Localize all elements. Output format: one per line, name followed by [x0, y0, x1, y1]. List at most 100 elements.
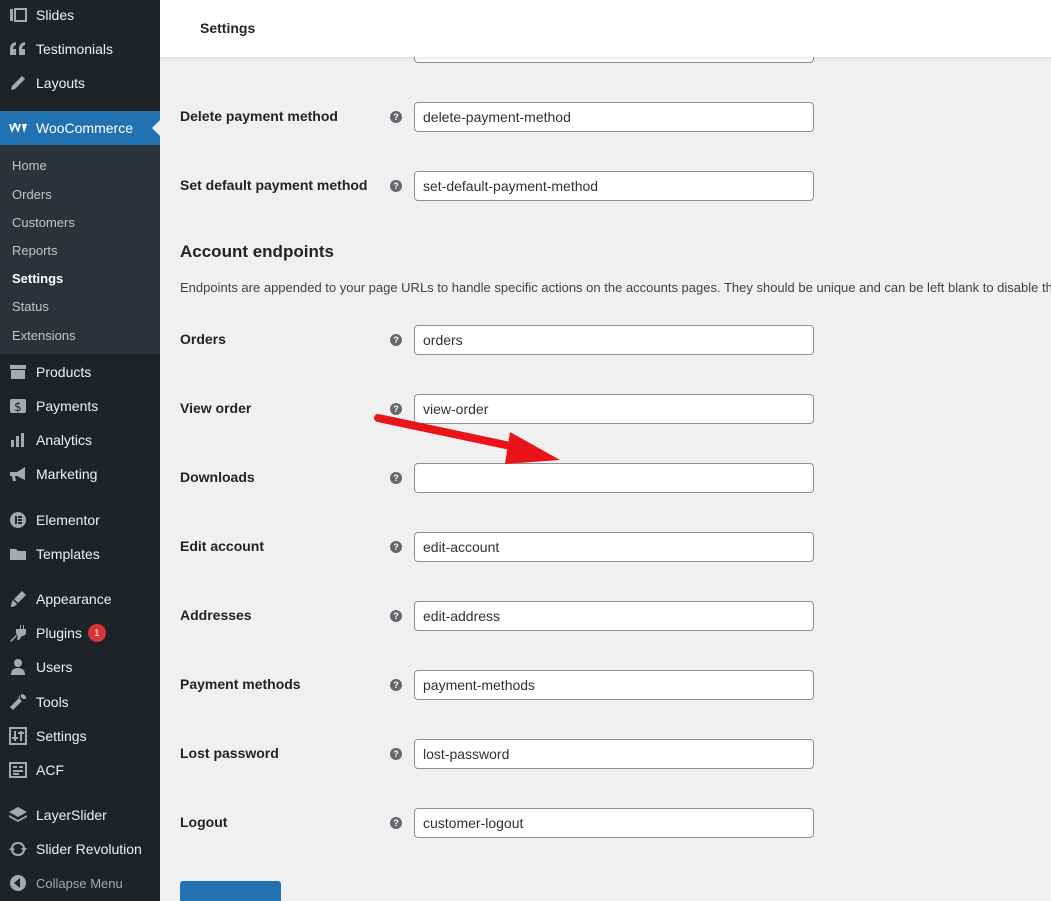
- field-label: Downloads: [180, 469, 255, 485]
- dollar-icon: $: [0, 396, 36, 416]
- sidebar-item-layerslider[interactable]: LayerSlider: [0, 798, 160, 832]
- addresses-endpoint-field[interactable]: [414, 601, 814, 631]
- edit-account-endpoint-field[interactable]: [414, 532, 814, 562]
- woocommerce-submenu: Home Orders Customers Reports Settings S…: [0, 145, 160, 354]
- help-icon[interactable]: ?: [390, 541, 402, 553]
- field-label: Addresses: [180, 607, 252, 623]
- sidebar-item-label: Appearance: [36, 591, 112, 607]
- layers-icon: [0, 805, 36, 825]
- megaphone-icon: [0, 464, 36, 484]
- sidebar-item-analytics[interactable]: Analytics: [0, 423, 160, 457]
- collapse-menu-button[interactable]: Collapse Menu: [0, 866, 160, 900]
- folder-icon: [0, 544, 36, 564]
- submenu-item-reports[interactable]: Reports: [12, 243, 58, 258]
- help-icon[interactable]: ?: [390, 679, 402, 691]
- settings-form: Delete payment method ? Set default paym…: [160, 0, 1051, 901]
- submenu-item-status[interactable]: Status: [12, 299, 49, 314]
- sidebar-item-label: Tools: [36, 694, 69, 710]
- set-default-payment-method-field[interactable]: [414, 171, 814, 201]
- logout-endpoint-field[interactable]: [414, 808, 814, 838]
- payment-methods-endpoint-field[interactable]: [414, 670, 814, 700]
- sidebar-item-label: Payments: [36, 398, 99, 414]
- sidebar-item-label: Slides: [36, 7, 75, 23]
- help-icon[interactable]: ?: [390, 748, 402, 760]
- sidebar-item-products[interactable]: Products: [0, 355, 160, 389]
- wrench-icon: [0, 692, 36, 712]
- sidebar-item-label: Collapse Menu: [36, 875, 123, 891]
- field-label: Edit account: [180, 538, 265, 554]
- refresh-icon: [0, 839, 36, 859]
- sidebar-item-label: Users: [36, 659, 73, 675]
- acf-icon: [0, 760, 36, 780]
- help-icon[interactable]: ?: [390, 334, 402, 346]
- sidebar-item-slides[interactable]: Slides: [0, 0, 160, 32]
- field-label: Orders: [180, 331, 226, 347]
- collapse-icon: [0, 873, 36, 893]
- sidebar-item-label: Settings: [36, 728, 87, 744]
- sidebar-item-elementor[interactable]: Elementor: [0, 503, 160, 537]
- field-label: Lost password: [180, 745, 279, 761]
- help-icon[interactable]: ?: [390, 111, 402, 123]
- sidebar-item-settings[interactable]: Settings: [0, 719, 160, 753]
- help-icon[interactable]: ?: [390, 610, 402, 622]
- sidebar-item-label: Templates: [36, 546, 100, 562]
- page-header: Settings: [160, 0, 1051, 57]
- elementor-icon: [0, 510, 36, 530]
- sidebar-item-marketing[interactable]: Marketing: [0, 457, 160, 491]
- sidebar-item-label: Plugins: [36, 625, 82, 641]
- section-title: Account endpoints: [180, 242, 334, 261]
- sidebar-item-label: LayerSlider: [36, 807, 107, 823]
- sidebar-item-slider-revolution[interactable]: Slider Revolution: [0, 832, 160, 866]
- save-changes-button[interactable]: Save changes: [180, 881, 281, 901]
- quote-icon: [0, 39, 36, 59]
- archive-icon: [0, 362, 36, 382]
- page-title: Settings: [200, 20, 256, 36]
- sidebar-item-appearance[interactable]: Appearance: [0, 582, 160, 616]
- sidebar-item-plugins[interactable]: Plugins 1: [0, 616, 160, 650]
- sidebar-item-label: Elementor: [36, 512, 100, 528]
- help-icon[interactable]: ?: [390, 472, 402, 484]
- sidebar-item-label: Analytics: [36, 432, 93, 448]
- slides-icon: [0, 5, 36, 25]
- submenu-item-customers[interactable]: Customers: [12, 215, 75, 230]
- delete-payment-method-field[interactable]: [414, 102, 814, 132]
- lost-password-endpoint-field[interactable]: [414, 739, 814, 769]
- update-count-badge: 1: [87, 624, 106, 642]
- sidebar-item-woocommerce[interactable]: WooCommerce: [0, 111, 160, 145]
- sliders-icon: [0, 726, 36, 746]
- orders-endpoint-field[interactable]: [414, 325, 814, 355]
- user-icon: [0, 657, 36, 677]
- sidebar-item-testimonials[interactable]: Testimonials: [0, 32, 160, 66]
- sidebar-item-layouts[interactable]: Layouts: [0, 66, 160, 100]
- admin-sidebar: Slides Testimonials Layouts WooCommerce …: [0, 0, 160, 901]
- field-label: Logout: [180, 814, 228, 830]
- submenu-item-home[interactable]: Home: [12, 158, 47, 173]
- plugin-icon: [0, 623, 36, 643]
- svg-text:$: $: [14, 400, 22, 414]
- pencil-icon: [0, 73, 36, 93]
- sidebar-item-label: Layouts: [36, 75, 86, 91]
- sidebar-item-label: Testimonials: [36, 41, 114, 57]
- sidebar-item-users[interactable]: Users: [0, 650, 160, 684]
- submenu-item-settings[interactable]: Settings: [12, 271, 63, 286]
- paintbrush-icon: [0, 589, 36, 609]
- sidebar-item-label: WooCommerce: [36, 120, 133, 136]
- submenu-item-extensions[interactable]: Extensions: [12, 328, 76, 343]
- field-label: View order: [180, 400, 252, 416]
- sidebar-item-acf[interactable]: ACF: [0, 753, 160, 787]
- field-label: Set default payment method: [180, 177, 368, 193]
- field-label: Delete payment method: [180, 108, 338, 124]
- field-label: Payment methods: [180, 676, 301, 692]
- sidebar-item-label: Marketing: [36, 466, 98, 482]
- sidebar-item-payments[interactable]: $ Payments: [0, 389, 160, 423]
- red-annotation-arrow: [374, 414, 560, 464]
- help-icon[interactable]: ?: [390, 180, 402, 192]
- submenu-item-orders[interactable]: Orders: [12, 187, 52, 202]
- sidebar-item-label: ACF: [36, 762, 64, 778]
- help-icon[interactable]: ?: [390, 817, 402, 829]
- sidebar-item-label: Slider Revolution: [36, 841, 142, 857]
- sidebar-item-tools[interactable]: Tools: [0, 685, 160, 719]
- sidebar-item-templates[interactable]: Templates: [0, 537, 160, 571]
- woocommerce-icon: [0, 118, 36, 138]
- section-description: Endpoints are appended to your page URLs…: [180, 280, 1051, 295]
